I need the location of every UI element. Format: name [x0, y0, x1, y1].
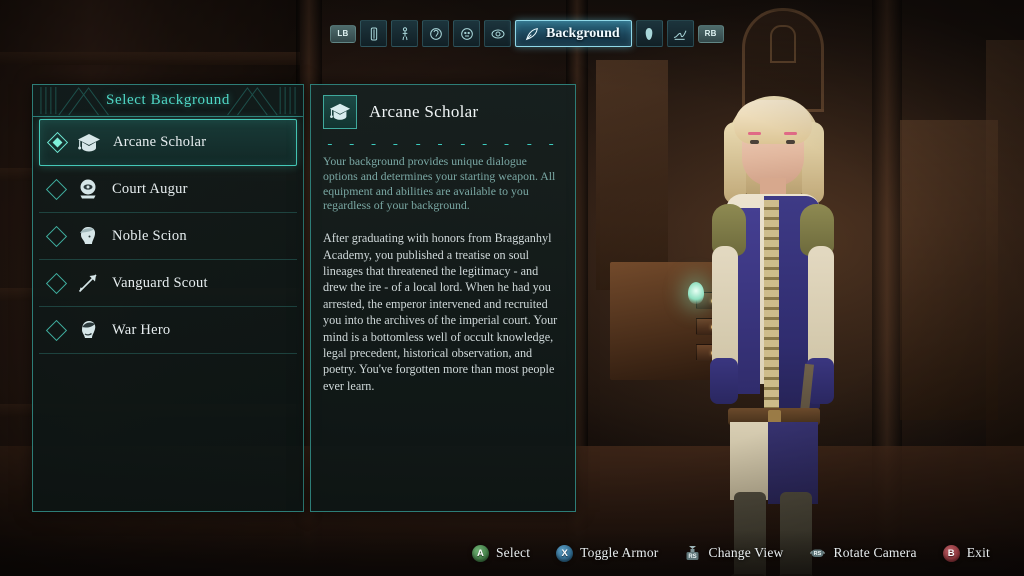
bookshelf-plank [0, 52, 300, 65]
graduation-cap-icon [77, 131, 101, 155]
background-list[interactable]: Arcane Scholar Court Augur Noble Scion V… [33, 117, 303, 354]
tab-face[interactable] [453, 20, 480, 47]
background-detail-panel: Arcane Scholar Your background provides … [310, 84, 576, 512]
detail-body: Your background provides unique dialogue… [311, 145, 575, 394]
left-bumper-indicator[interactable]: LB [330, 24, 356, 43]
controller-prompt-bar: A Select X Toggle Armor RS Change View R… [0, 530, 1024, 576]
stone-block [900, 120, 998, 420]
arrow-icon [76, 271, 100, 295]
prompt-exit-label: Exit [966, 545, 990, 560]
list-item-arcane-scholar[interactable]: Arcane Scholar [39, 119, 297, 166]
crystal-ball-icon [76, 177, 100, 201]
quill-icon [524, 26, 540, 42]
list-item-label: Vanguard Scout [112, 274, 208, 291]
stone-block [596, 60, 668, 290]
tab-head[interactable] [422, 20, 449, 47]
page-title: Select Background [106, 92, 230, 108]
list-item-label: War Hero [112, 321, 171, 338]
character-model[interactable] [672, 96, 872, 576]
background-list-panel: Select Background Arcane Scholar Court A… [32, 84, 304, 512]
portrait-icon [641, 26, 657, 42]
selection-diamond-icon [45, 178, 68, 200]
prompt-select[interactable]: A Select [471, 544, 531, 562]
hair-front [734, 100, 812, 144]
background-list-header: Select Background [33, 85, 303, 117]
prompt-select-label: Select [495, 545, 531, 560]
prompt-exit[interactable]: B Exit [942, 544, 990, 562]
list-item-war-hero[interactable]: War Hero [39, 307, 297, 354]
selection-diamond-icon [45, 272, 68, 294]
detail-header: Arcane Scholar [311, 85, 575, 138]
noble-head-icon [76, 224, 100, 248]
selection-diamond-icon [45, 225, 68, 247]
ornamental-divider [313, 138, 573, 145]
face-icon [459, 26, 475, 42]
category-tab-bar[interactable]: LB Background RB [330, 20, 724, 47]
svg-text:RS: RS [814, 551, 822, 557]
eyebrow-right [784, 132, 797, 135]
head-icon [428, 26, 444, 42]
helmet-head-icon [76, 318, 100, 342]
list-item-vanguard-scout[interactable]: Vanguard Scout [39, 260, 297, 307]
list-item-label: Court Augur [112, 180, 188, 197]
body-shape-icon [397, 26, 413, 42]
right-stick-rotate-icon: RS [809, 544, 826, 562]
tab-portrait[interactable] [635, 20, 663, 47]
eyebrow-left [748, 132, 761, 135]
stone-block [986, 40, 1024, 460]
button-x-icon: X [556, 544, 574, 562]
body-type-icon [366, 26, 382, 42]
tab-background-label: Background [546, 25, 620, 41]
background-lore-text: After graduating with honors from Bragga… [323, 231, 558, 393]
button-a-icon: A [471, 544, 489, 562]
right-stick-press-icon: RS [684, 544, 701, 562]
prompt-rotate-camera-label: Rotate Camera [833, 545, 917, 560]
list-item-label: Noble Scion [112, 227, 187, 244]
detail-title: Arcane Scholar [369, 102, 479, 121]
selection-diamond-icon [45, 319, 68, 341]
tab-name[interactable] [666, 20, 694, 47]
tab-background[interactable]: Background [515, 20, 632, 47]
prompt-change-view[interactable]: RS Change View [684, 544, 783, 562]
graduation-cap-icon [323, 95, 357, 129]
tab-eyes[interactable] [484, 20, 511, 47]
prompt-rotate-camera[interactable]: RS Rotate Camera [809, 544, 916, 562]
prompt-toggle-armor[interactable]: X Toggle Armor [556, 544, 659, 562]
list-item-court-augur[interactable]: Court Augur [39, 166, 297, 213]
tab-body-shape[interactable] [391, 20, 418, 47]
right-bumper-indicator[interactable]: RB [697, 24, 724, 43]
signature-icon [672, 26, 688, 42]
eyes-icon [490, 26, 506, 42]
background-hint-text: Your background provides unique dialogue… [323, 154, 556, 213]
tab-body-type[interactable] [360, 20, 387, 47]
glove-left [710, 358, 738, 404]
list-item-noble-scion[interactable]: Noble Scion [39, 213, 297, 260]
selection-diamond-icon [46, 131, 69, 154]
prompt-toggle-armor-label: Toggle Armor [580, 545, 659, 560]
svg-text:RS: RS [689, 554, 697, 560]
eye-right [786, 140, 795, 144]
button-b-icon: B [942, 544, 960, 562]
eye-left [750, 140, 759, 144]
prompt-change-view-label: Change View [708, 545, 784, 560]
list-item-label: Arcane Scholar [113, 134, 207, 150]
